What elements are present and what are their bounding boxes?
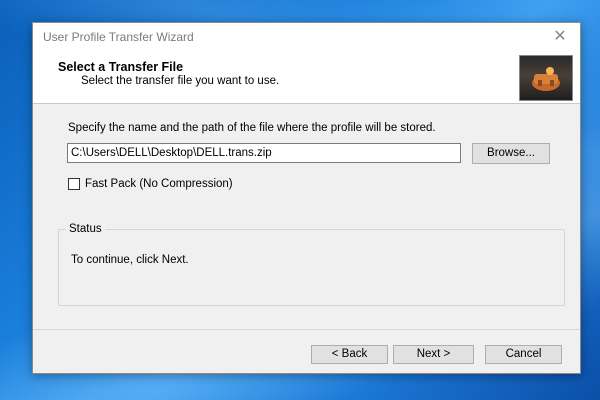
browse-button[interactable]: Browse...: [472, 143, 550, 164]
status-legend: Status: [66, 223, 105, 235]
fast-pack-checkbox[interactable]: [68, 178, 80, 190]
fast-pack-label[interactable]: Fast Pack (No Compression): [85, 178, 233, 190]
window-title: User Profile Transfer Wizard: [43, 30, 194, 44]
next-button[interactable]: Next >: [393, 345, 474, 364]
status-group: Status To continue, click Next.: [58, 223, 565, 306]
page-subtitle: Select the transfer file you want to use…: [81, 75, 280, 87]
footer-divider: [33, 329, 580, 330]
fast-pack-option[interactable]: Fast Pack (No Compression): [68, 176, 233, 192]
wizard-window: User Profile Transfer Wizard ✕ Select a …: [32, 22, 581, 374]
cancel-button[interactable]: Cancel: [485, 345, 562, 364]
wizard-header: Select a Transfer File Select the transf…: [33, 51, 580, 104]
wizard-header-image: [519, 55, 573, 101]
close-icon[interactable]: ✕: [550, 27, 570, 47]
status-text: To continue, click Next.: [71, 254, 189, 266]
back-button[interactable]: < Back: [311, 345, 388, 364]
title-bar: User Profile Transfer Wizard ✕: [33, 23, 580, 51]
instruction-text: Specify the name and the path of the fil…: [68, 122, 436, 134]
file-path-input[interactable]: [67, 143, 461, 163]
page-title: Select a Transfer File: [58, 60, 184, 74]
